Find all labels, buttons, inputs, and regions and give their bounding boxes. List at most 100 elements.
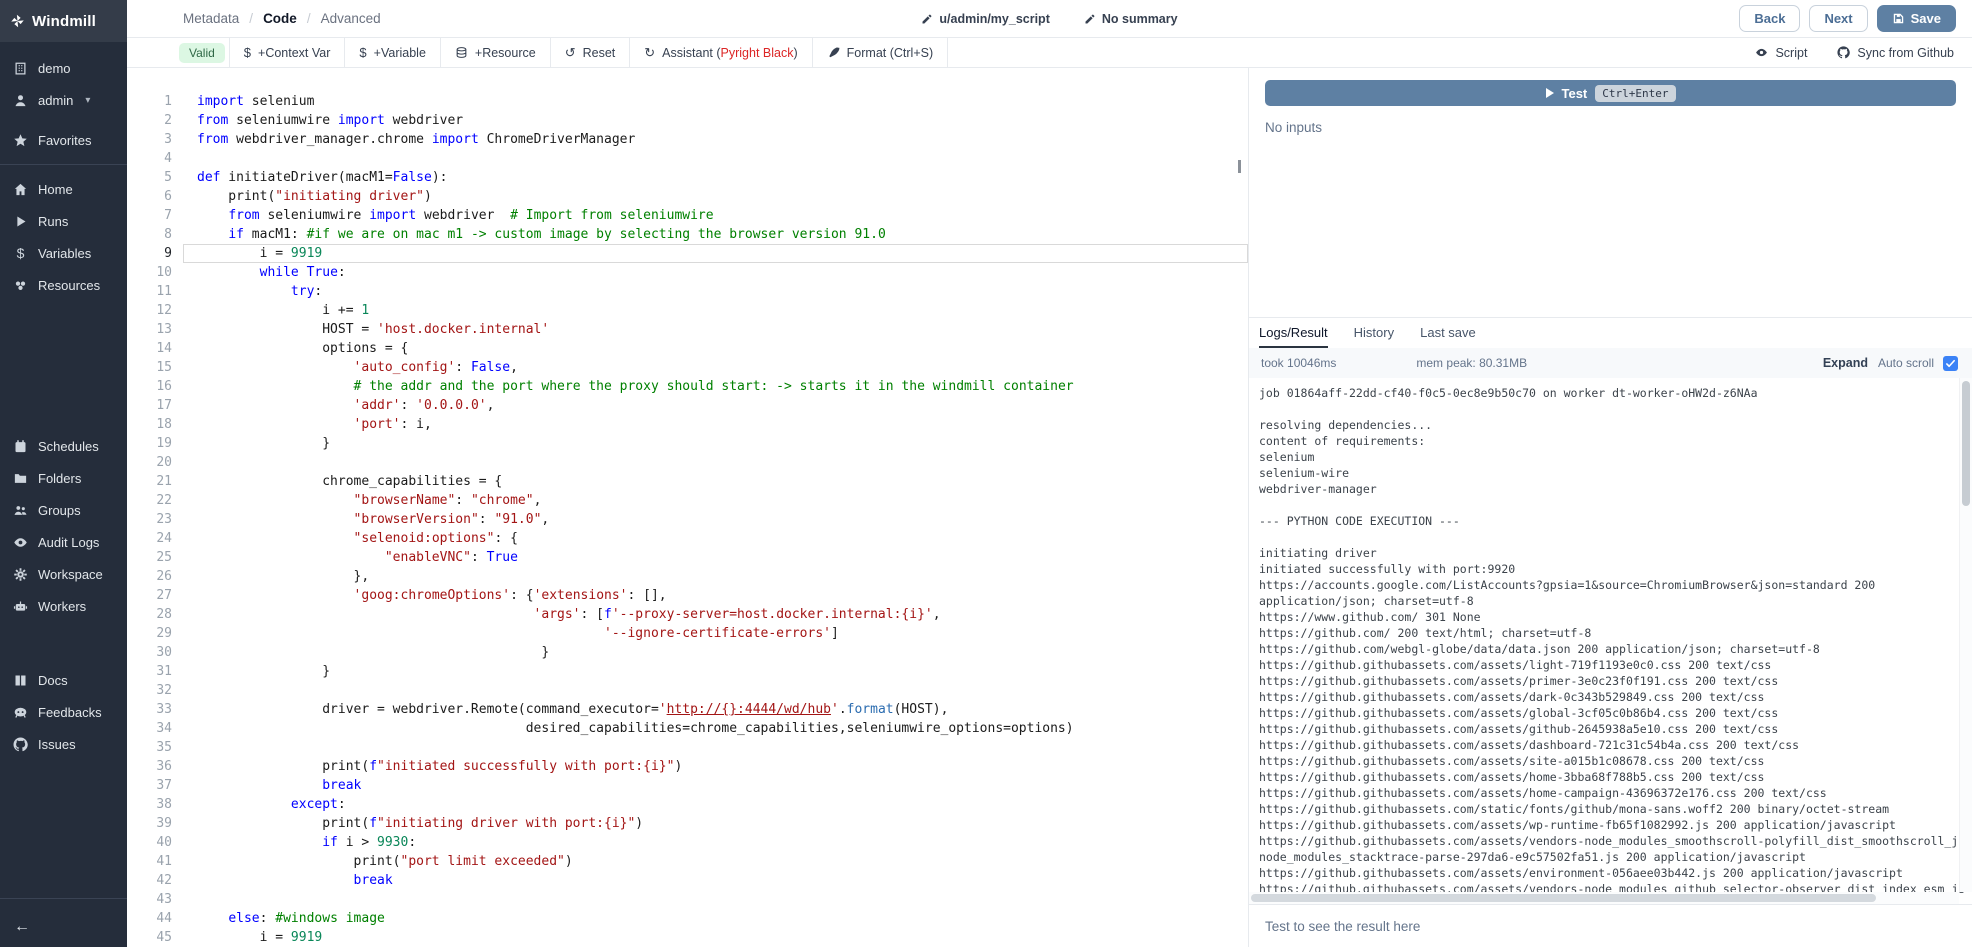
sync-from-github-button[interactable]: Sync from Github [1837, 46, 1954, 60]
line-number: 8 [127, 225, 172, 244]
chevron-down-icon: ▾ [85, 95, 90, 106]
toolbar-button-label: +Variable [374, 46, 426, 60]
script-path-chip[interactable]: u/admin/my_script [921, 12, 1049, 26]
groups-icon [13, 503, 28, 518]
line-number: 10 [127, 263, 172, 282]
sidebar-item-label: Resources [38, 278, 100, 293]
assistant-button[interactable]: ↻ Assistant (Pyright Black) [629, 38, 811, 67]
script-path: u/admin/my_script [939, 12, 1049, 26]
toolbar-button--context-var[interactable]: $+Context Var [229, 38, 345, 67]
code-line: 12 i += 1 [127, 301, 1248, 320]
sidebar-item-docs[interactable]: Docs [0, 665, 127, 697]
script-summary-chip[interactable]: No summary [1084, 12, 1178, 26]
sidebar-item-feedbacks[interactable]: Feedbacks [0, 697, 127, 729]
code-line: 7 from seleniumwire import webdriver # I… [127, 206, 1248, 225]
sidebar-item-resources[interactable]: Resources [0, 269, 127, 301]
log-vertical-scrollbar[interactable] [1959, 378, 1972, 892]
line-number: 17 [127, 396, 172, 415]
script-kind-label: Script [1775, 46, 1807, 60]
user-menu[interactable]: admin ▾ [0, 84, 127, 116]
eye-icon [1755, 46, 1768, 59]
code-editor[interactable]: 1import selenium2from seleniumwire impor… [127, 68, 1248, 947]
sidebar-item-label: Schedules [38, 439, 99, 454]
windmill-icon [10, 14, 25, 29]
line-number: 23 [127, 510, 172, 529]
sidebar-item-workspace[interactable]: Workspace [0, 559, 127, 591]
code-line-text [183, 738, 1248, 757]
workspace-switcher[interactable]: demo [0, 52, 127, 84]
sidebar-item-folders[interactable]: Folders [0, 463, 127, 495]
tab-advanced[interactable]: Advanced [321, 11, 381, 26]
format-button[interactable]: Format (Ctrl+S) [812, 38, 948, 67]
sidebar-item-issues[interactable]: Issues [0, 729, 127, 761]
top-bar: Metadata / Code / Advanced u/admin/my_sc… [127, 0, 1972, 38]
expand-button[interactable]: Expand [1823, 356, 1868, 370]
code-line-text: 'addr': '0.0.0.0', [183, 396, 1248, 415]
code-line: 14 options = { [127, 339, 1248, 358]
line-number: 18 [127, 415, 172, 434]
back-button[interactable]: Back [1739, 5, 1800, 32]
code-line-text: driver = webdriver.Remote(command_execut… [183, 700, 1248, 719]
code-line-text: print("port limit exceeded") [183, 852, 1248, 871]
run-tab-logs-result[interactable]: Logs/Result [1259, 318, 1328, 348]
windmill-logo[interactable]: Windmill [0, 0, 127, 42]
play-icon [1546, 88, 1554, 98]
code-line: 4 [127, 149, 1248, 168]
code-line-text: break [183, 776, 1248, 795]
log-horizontal-scrollbar[interactable] [1249, 892, 1959, 904]
sidebar-item-label: Workspace [38, 567, 103, 582]
line-number: 19 [127, 434, 172, 453]
sidebar-item-workers[interactable]: Workers [0, 591, 127, 623]
code-line: 41 print("port limit exceeded") [127, 852, 1248, 871]
line-number: 16 [127, 377, 172, 396]
log-line [1259, 497, 1962, 513]
code-line: 35 [127, 738, 1248, 757]
log-output[interactable]: job 01864aff-22dd-cf40-f0c5-0ec8e9b50c70… [1249, 378, 1972, 904]
github-icon [1837, 46, 1850, 59]
tab-metadata[interactable]: Metadata [183, 11, 239, 26]
line-number: 38 [127, 795, 172, 814]
app-title: Windmill [32, 13, 96, 30]
pen-icon [827, 46, 840, 59]
next-button[interactable]: Next [1809, 5, 1867, 32]
calendar-icon [13, 439, 28, 454]
code-line-text: print("initiating driver") [183, 187, 1248, 206]
line-number: 24 [127, 529, 172, 548]
check-icon [1945, 358, 1956, 369]
sidebar-divider [0, 898, 127, 899]
line-number: 14 [127, 339, 172, 358]
code-line: 9 i = 9919 [127, 244, 1248, 263]
toolbar-button--variable[interactable]: $+Variable [344, 38, 439, 67]
test-button[interactable]: Test Ctrl+Enter [1265, 80, 1956, 106]
db-icon [455, 46, 468, 59]
auto-scroll-checkbox[interactable] [1943, 356, 1958, 371]
code-line: 20 [127, 453, 1248, 472]
save-button[interactable]: Save [1877, 5, 1956, 32]
sidebar-item-schedules[interactable]: Schedules [0, 431, 127, 463]
code-line-text: except: [183, 795, 1248, 814]
run-tab-history[interactable]: History [1354, 318, 1394, 348]
script-kind-button[interactable]: Script [1755, 46, 1807, 60]
line-number: 22 [127, 491, 172, 510]
sidebar-item-variables[interactable]: $Variables [0, 237, 127, 269]
sidebar-item-home[interactable]: Home [0, 173, 127, 205]
line-number: 43 [127, 890, 172, 909]
line-number: 36 [127, 757, 172, 776]
sidebar-item-favorites[interactable]: Favorites [0, 124, 127, 156]
sidebar-divider [0, 164, 127, 165]
pencil-icon [1084, 13, 1096, 25]
sidebar-item-audit-logs[interactable]: Audit Logs [0, 527, 127, 559]
sidebar-item-groups[interactable]: Groups [0, 495, 127, 527]
run-tab-last-save[interactable]: Last save [1420, 318, 1476, 348]
collapse-sidebar-button[interactable]: ← [0, 907, 127, 947]
code-line-text: "browserName": "chrome", [183, 491, 1248, 510]
log-line: https://github.githubassets.com/assets/l… [1259, 657, 1962, 673]
line-number: 33 [127, 700, 172, 719]
breadcrumb-separator: / [307, 11, 311, 26]
sidebar-item-runs[interactable]: Runs [0, 205, 127, 237]
toolbar-button-reset[interactable]: ↺Reset [550, 38, 630, 67]
toolbar-button--resource[interactable]: +Resource [440, 38, 550, 67]
toolbar-button-label: Reset [583, 46, 616, 60]
tab-code[interactable]: Code [263, 11, 297, 26]
line-number: 40 [127, 833, 172, 852]
